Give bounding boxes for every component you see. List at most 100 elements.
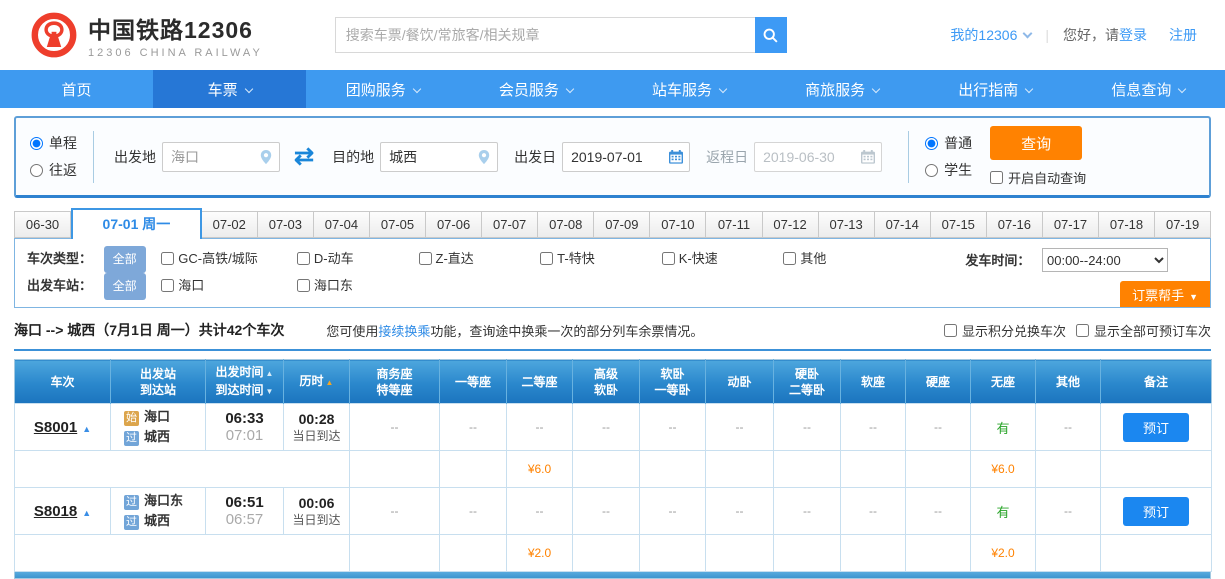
show-all-bookable-option[interactable]: 显示全部可预订车次 [1076,321,1211,340]
date-tab[interactable]: 07-09 [594,211,650,238]
points-checkbox[interactable] [944,324,957,337]
trip-type-round[interactable]: 往返 [30,160,77,180]
book-button[interactable]: 预订 [1123,413,1189,442]
book-button[interactable]: 预订 [1123,497,1189,526]
seat-cell: -- [350,488,440,535]
date-tab[interactable]: 07-10 [650,211,706,238]
auto-query-option[interactable]: 开启自动查询 [990,168,1086,187]
train-no-link[interactable]: S8001 [34,419,77,436]
times-cell: 06:3307:01 [206,404,284,451]
date-tab[interactable]: 07-03 [258,211,314,238]
price-cell: ¥2.0 [971,535,1036,572]
nav-item-tickets[interactable]: 车票 [153,70,306,108]
register-link[interactable]: 注册 [1169,25,1197,45]
d-checkbox[interactable] [297,252,310,265]
train-row: S8018▲ 过海口东 过城西 06:5106:57 00:06当日到达 -- … [15,488,1212,535]
filter-d[interactable]: D-动车 [297,246,415,271]
col-duration[interactable]: 历时▲ [284,360,350,404]
other-checkbox[interactable] [783,252,796,265]
date-tab[interactable]: 07-15 [931,211,987,238]
haikoudong-checkbox[interactable] [297,279,310,292]
oneway-radio[interactable] [30,137,43,150]
transfer-link[interactable]: 接续换乘 [378,324,430,339]
booking-helper-label: 订票帮手 [1132,288,1184,303]
t-checkbox[interactable] [540,252,553,265]
station-all-badge[interactable]: 全部 [104,273,146,300]
filter-t[interactable]: T-特快 [540,246,658,271]
site-logo[interactable]: 中国铁路12306 12306 CHINA RAILWAY [30,11,263,59]
gc-checkbox[interactable] [161,252,174,265]
date-tab[interactable]: 07-12 [763,211,819,238]
filter-gc[interactable]: GC-高铁/城际 [161,246,293,271]
seat-cell-available: 有 [971,404,1036,451]
date-tab[interactable]: 07-11 [706,211,762,238]
normal-radio[interactable] [925,137,938,150]
bookable-checkbox[interactable] [1076,324,1089,337]
date-tab-active[interactable]: 07-01 周一 [71,208,202,239]
nav-item-group-service[interactable]: 团购服务 [306,70,459,108]
student-radio[interactable] [925,164,938,177]
col-times[interactable]: 出发时间▲到达时间▼ [206,360,284,404]
date-tab[interactable]: 07-05 [370,211,426,238]
filter-station-haikou[interactable]: 海口 [161,273,293,298]
date-tab[interactable]: 07-06 [426,211,482,238]
date-tab[interactable]: 07-08 [538,211,594,238]
filter-other[interactable]: 其他 [783,246,901,271]
price-cell [440,535,507,572]
sort-asc-icon[interactable]: ▲ [266,369,274,378]
passenger-type-normal[interactable]: 普通 [925,133,972,153]
date-tab[interactable]: 07-13 [819,211,875,238]
date-tab[interactable]: 07-07 [482,211,538,238]
nav-item-info-query[interactable]: 信息查询 [1072,70,1225,108]
depart-time-select[interactable]: 00:00--24:00 [1042,248,1168,272]
auto-query-checkbox[interactable] [990,171,1003,184]
passenger-type-student[interactable]: 学生 [925,160,972,180]
z-checkbox[interactable] [419,252,432,265]
nav-item-home[interactable]: 首页 [0,70,153,108]
chevron-down-icon [1025,85,1033,93]
filter-z[interactable]: Z-直达 [419,246,537,271]
train-no-link[interactable]: S8018 [34,503,77,520]
nav-item-station-service[interactable]: 站车服务 [613,70,766,108]
search-input[interactable] [335,17,755,53]
expand-icon[interactable]: ▲ [82,424,91,434]
expand-icon[interactable]: ▲ [82,508,91,518]
swap-stations-button[interactable]: ⇄ [294,145,314,169]
haikou-checkbox[interactable] [161,279,174,292]
col-train-no[interactable]: 车次 [15,360,111,404]
round-radio[interactable] [30,164,43,177]
date-tab[interactable]: 07-17 [1043,211,1099,238]
nav-item-business-travel[interactable]: 商旅服务 [766,70,919,108]
date-tab[interactable]: 06-30 [14,211,71,238]
date-tab[interactable]: 07-14 [875,211,931,238]
k-checkbox[interactable] [662,252,675,265]
filter-station-haikoudong[interactable]: 海口东 [297,273,415,298]
top-header: 中国铁路12306 12306 CHINA RAILWAY 我的12306 | … [0,0,1225,70]
login-link[interactable]: 登录 [1119,25,1147,45]
sort-desc-icon[interactable]: ▼ [266,387,274,396]
filter-k[interactable]: K-快速 [662,246,780,271]
date-tab[interactable]: 07-16 [987,211,1043,238]
price-row: ¥2.0 ¥2.0 [15,535,1212,572]
to-label: 目的地 [332,147,374,167]
show-points-option[interactable]: 显示积分兑换车次 [944,321,1066,340]
query-actions: 查询 开启自动查询 [990,126,1086,187]
train-type-label: 车次类型： [27,251,92,266]
my-12306-link[interactable]: 我的12306 [950,25,1031,45]
date-tab[interactable]: 07-04 [314,211,370,238]
booking-helper-button[interactable]: 订票帮手▼ [1120,281,1210,307]
date-tab[interactable]: 07-18 [1099,211,1155,238]
nav-item-member-service[interactable]: 会员服务 [459,70,612,108]
sort-asc-icon-active[interactable]: ▲ [326,378,334,387]
query-button[interactable]: 查询 [990,126,1082,160]
next-section-edge [14,572,1211,579]
train-type-all-badge[interactable]: 全部 [104,246,146,273]
seat-cell: -- [440,488,507,535]
nav-item-travel-guide[interactable]: 出行指南 [919,70,1072,108]
search-button[interactable] [755,17,787,53]
swap-icon: ⇄ [294,143,314,170]
trip-type-group: 单程 往返 [30,133,77,180]
date-tab[interactable]: 07-19 [1155,211,1211,238]
trip-type-oneway[interactable]: 单程 [30,133,77,153]
date-tab[interactable]: 07-02 [202,211,258,238]
